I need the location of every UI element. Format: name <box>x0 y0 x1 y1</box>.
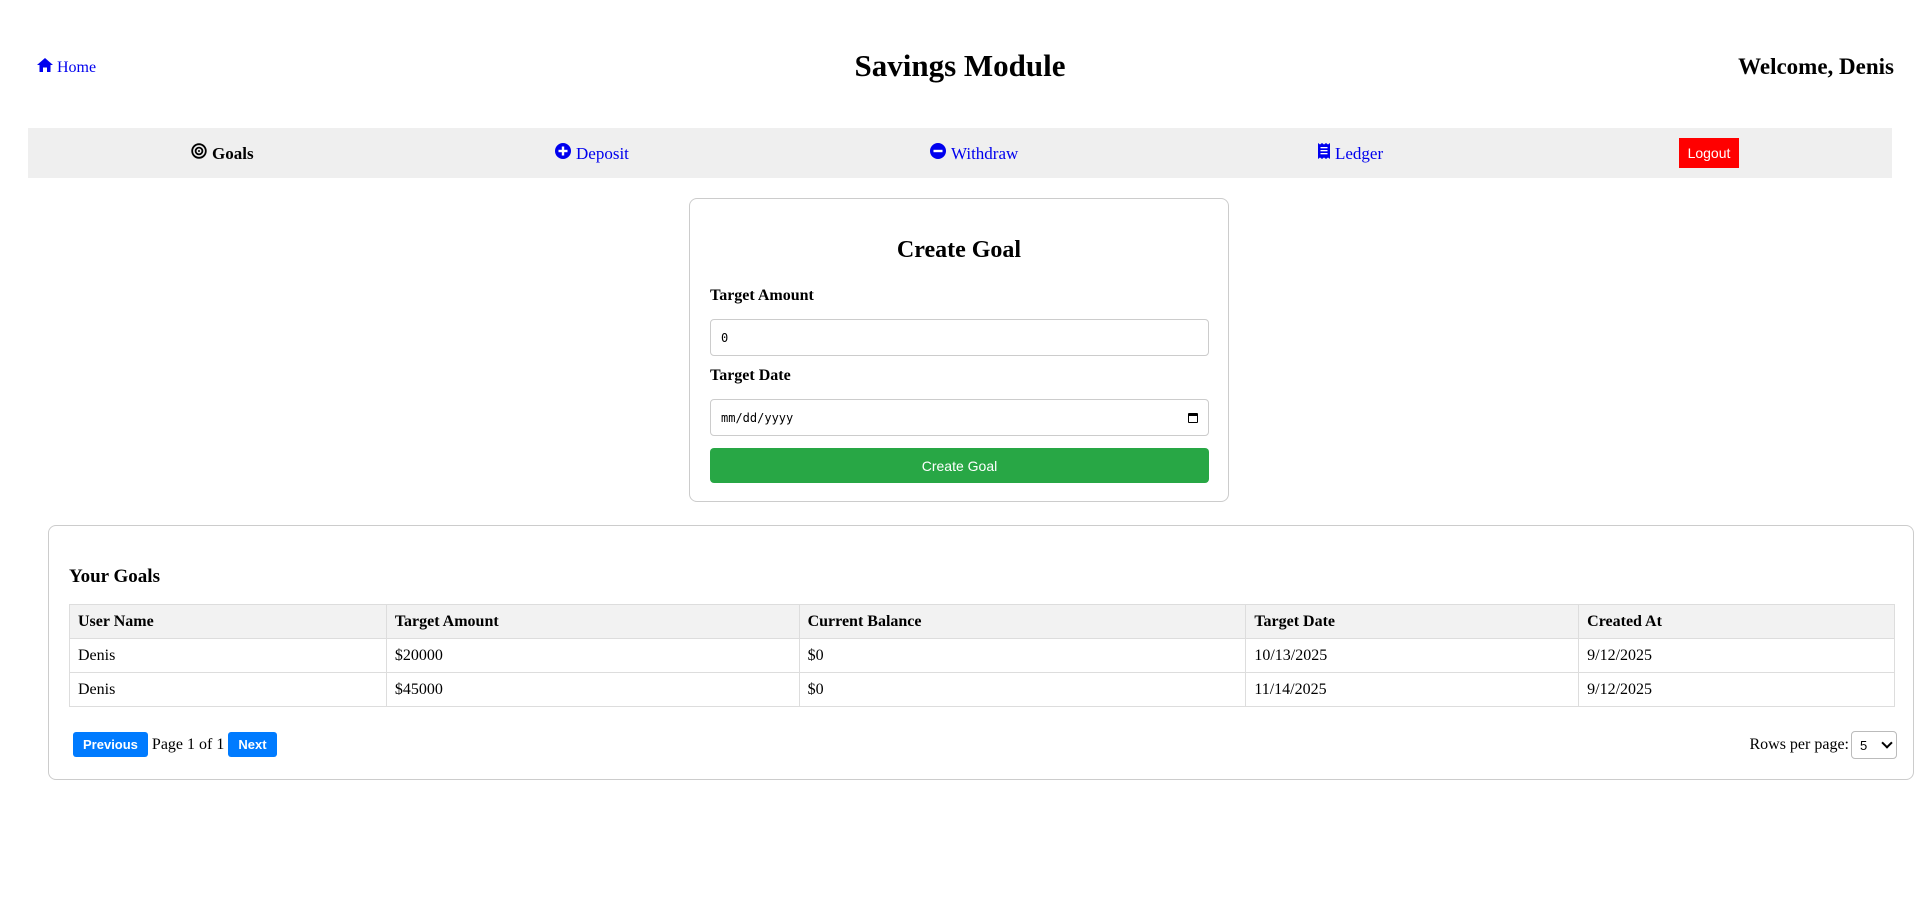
create-goal-button[interactable]: Create Goal <box>710 448 1209 483</box>
page-title: Savings Module <box>854 48 1066 83</box>
column-header: Target Date <box>1245 604 1580 639</box>
table-row: Denis $45000 $0 11/14/2025 9/12/2025 <box>69 672 1895 707</box>
your-goals-card: Your Goals User Name Target Amount Curre… <box>48 525 1914 780</box>
calendar-icon[interactable] <box>1188 412 1198 423</box>
table-cell: 9/12/2025 <box>1578 638 1895 673</box>
your-goals-title: Your Goals <box>69 566 160 587</box>
table-row: Denis $20000 $0 10/13/2025 9/12/2025 <box>69 638 1895 673</box>
table-cell: $20000 <box>385 638 800 673</box>
column-header: User Name <box>69 604 387 639</box>
page-header: Home Savings Module Welcome, Denis <box>0 0 1920 130</box>
table-cell: 11/14/2025 <box>1245 672 1580 707</box>
create-goal-title: Create Goal <box>896 237 1022 263</box>
table-cell: 10/13/2025 <box>1245 638 1580 673</box>
next-button[interactable]: Next <box>228 732 277 757</box>
target-icon <box>191 143 207 164</box>
column-header: Target Amount <box>385 604 800 639</box>
table-cell: $45000 <box>385 672 800 707</box>
column-header: Current Balance <box>798 604 1247 639</box>
table-cell: Denis <box>69 672 387 707</box>
nav-withdraw[interactable]: Withdraw <box>930 143 1018 164</box>
main-nav: Goals Deposit Withdraw Ledger Logout <box>28 128 1892 178</box>
column-header: Created At <box>1578 604 1895 639</box>
welcome-message: Welcome, Denis <box>1738 54 1894 79</box>
rows-per-page: Rows per page: 5 <box>1749 731 1897 759</box>
target-date-placeholder: mm/dd/yyyy <box>721 410 794 425</box>
receipt-icon <box>1318 143 1330 164</box>
previous-button[interactable]: Previous <box>73 732 148 757</box>
rows-per-page-value: 5 <box>1860 737 1868 753</box>
rows-per-page-select[interactable]: 5 <box>1851 731 1897 759</box>
target-date-label: Target Date <box>710 367 791 384</box>
plus-circle-icon <box>555 143 571 164</box>
target-amount-label: Target Amount <box>710 287 814 304</box>
nav-ledger-label: Ledger <box>1335 143 1384 163</box>
table-cell: $0 <box>798 638 1247 673</box>
page-info: Page 1 of 1 <box>151 735 225 753</box>
target-date-input[interactable]: mm/dd/yyyy <box>710 399 1209 436</box>
table-cell: Denis <box>69 638 387 673</box>
pagination: Previous Page 1 of 1 Next <box>73 732 277 757</box>
nav-deposit-label: Deposit <box>576 143 629 163</box>
nav-deposit[interactable]: Deposit <box>555 143 629 164</box>
target-amount-value: 0 <box>721 330 729 345</box>
nav-ledger[interactable]: Ledger <box>1318 143 1383 164</box>
table-cell: 9/12/2025 <box>1578 672 1895 707</box>
logout-button[interactable]: Logout <box>1679 138 1739 168</box>
table-header-row: User Name Target Amount Current Balance … <box>69 604 1895 639</box>
chevron-down-icon <box>1881 737 1893 749</box>
target-amount-input[interactable]: 0 <box>710 319 1209 356</box>
nav-goals[interactable]: Goals <box>191 143 254 164</box>
goals-table: User Name Target Amount Current Balance … <box>69 604 1895 707</box>
create-goal-card: Create Goal Target Amount 0 Target Date … <box>689 198 1229 502</box>
table-cell: $0 <box>798 672 1247 707</box>
nav-goals-label: Goals <box>212 143 254 163</box>
nav-withdraw-label: Withdraw <box>951 143 1019 163</box>
minus-circle-icon <box>930 143 946 164</box>
rows-per-page-label: Rows per page: <box>1749 736 1849 753</box>
